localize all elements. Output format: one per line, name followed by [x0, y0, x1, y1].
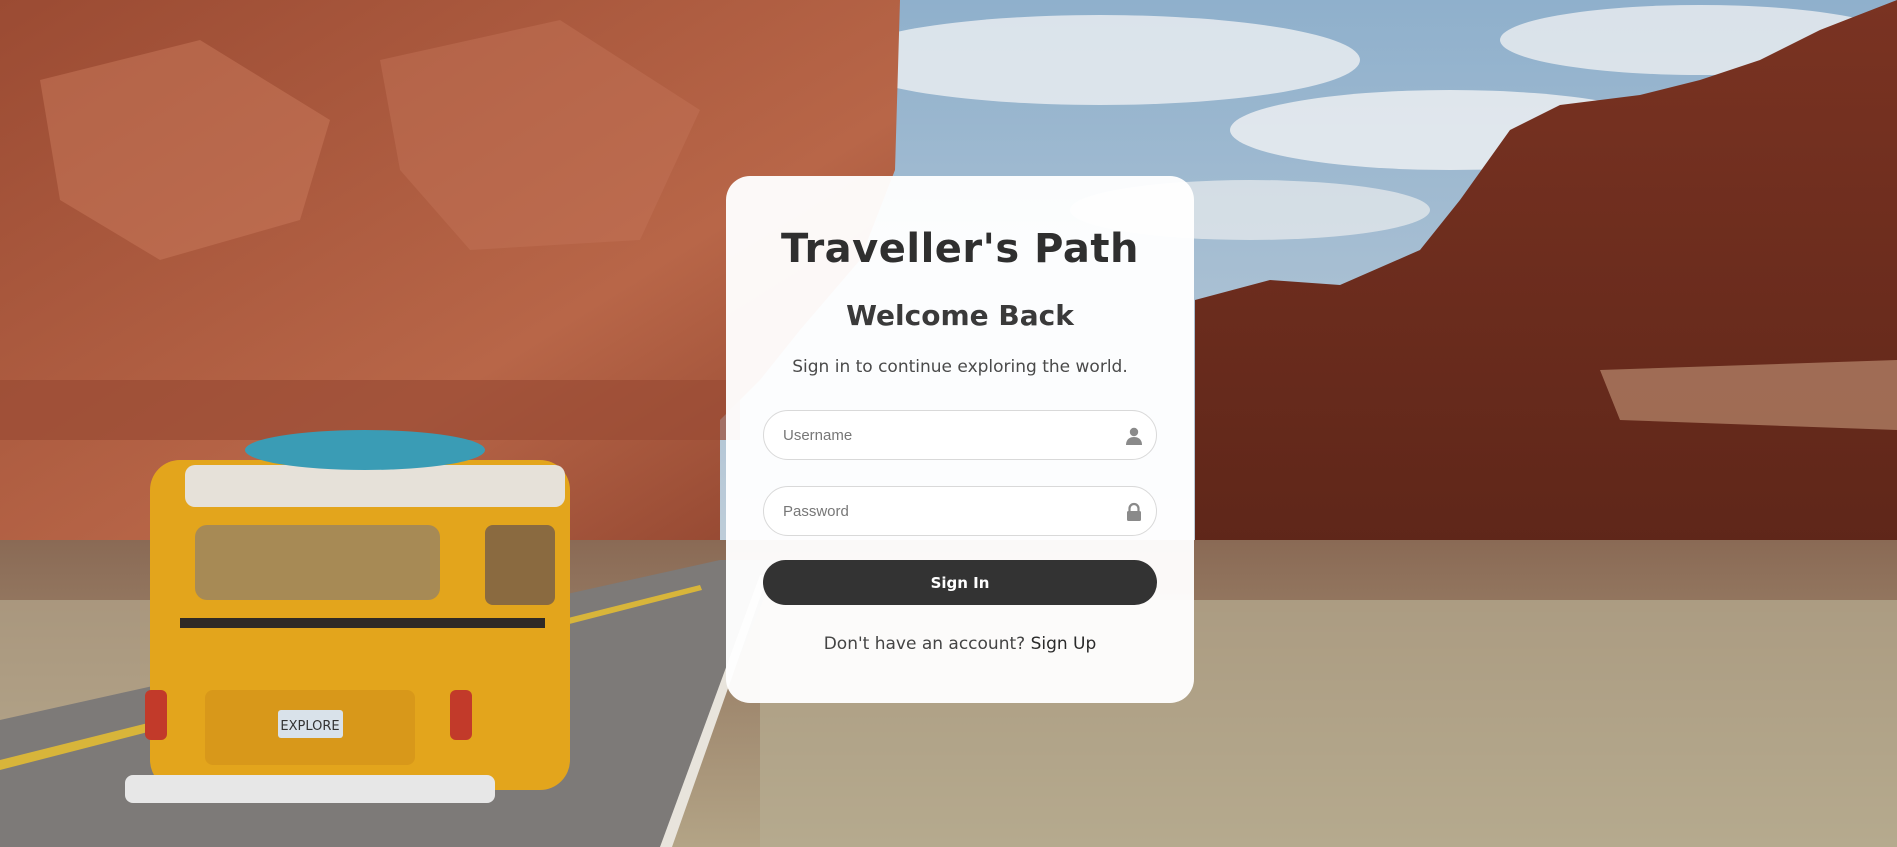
username-field[interactable]	[763, 410, 1157, 460]
login-card: Traveller's Path Welcome Back Sign in to…	[726, 176, 1194, 703]
brand-title: Traveller's Path	[781, 226, 1139, 272]
user-icon	[1124, 426, 1144, 446]
subtitle-text: Sign in to continue exploring the world.	[792, 357, 1128, 377]
password-field[interactable]	[763, 486, 1157, 536]
password-input[interactable]	[764, 487, 1156, 535]
sign-up-link[interactable]: Sign Up	[1031, 634, 1097, 654]
lock-icon	[1124, 502, 1144, 522]
welcome-heading: Welcome Back	[846, 299, 1074, 332]
sign-in-button[interactable]: Sign In	[763, 560, 1157, 605]
signup-prompt: Don't have an account? Sign Up	[726, 634, 1194, 654]
van-plate: EXPLORE	[280, 719, 339, 734]
signup-prompt-text: Don't have an account?	[823, 634, 1026, 654]
username-input[interactable]	[764, 411, 1156, 459]
